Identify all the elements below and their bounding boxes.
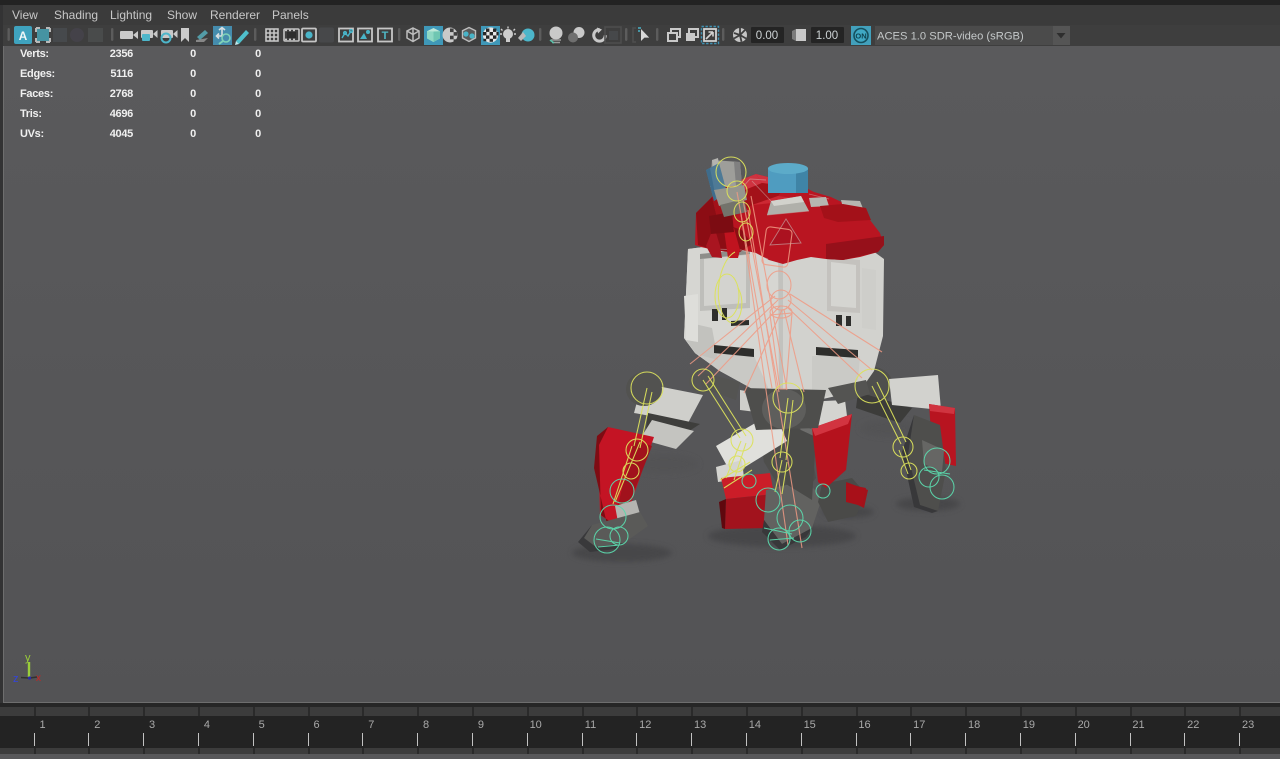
svg-text:1.00: 1.00 [816,30,838,42]
svg-text:ACES 1.0 SDR-video (sRGB): ACES 1.0 SDR-video (sRGB) [877,31,1024,43]
svg-text:T: T [382,30,389,42]
svg-text:y: y [25,652,31,664]
svg-text:x: x [36,673,41,684]
svg-text:ON: ON [855,32,866,41]
svg-text:A: A [19,29,28,43]
svg-text:0.00: 0.00 [756,30,778,42]
svg-text:z: z [13,673,19,685]
